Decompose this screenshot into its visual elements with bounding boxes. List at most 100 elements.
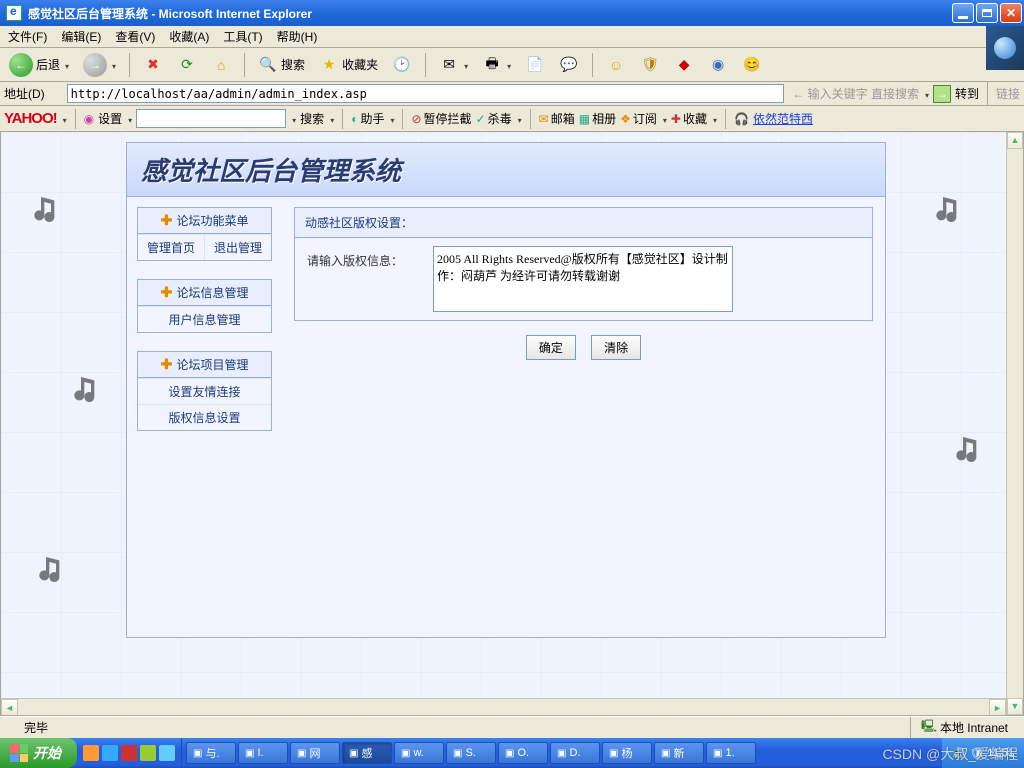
- yahoo-assistant[interactable]: ◐助手: [351, 110, 394, 127]
- security-zone: 🖳 本地 Intranet: [910, 717, 1018, 738]
- sidebar-item-home[interactable]: 管理首页: [138, 234, 204, 260]
- menu-tools[interactable]: 工具(T): [219, 26, 266, 47]
- sidebar-item-links[interactable]: 设置友情连接: [138, 378, 271, 404]
- task-button[interactable]: ▣S.: [446, 742, 496, 764]
- menu-file[interactable]: 文件(F): [4, 26, 51, 47]
- doc-icon: 📄: [525, 55, 545, 75]
- yahoo-fav[interactable]: ✚收藏: [671, 110, 717, 127]
- yahoo-search-input[interactable]: [136, 109, 286, 128]
- mail-button[interactable]: ✉: [434, 52, 473, 78]
- status-text: 完毕: [24, 719, 48, 736]
- scroll-left-icon[interactable]: ◄: [1, 699, 18, 716]
- shield-icon: 🛡: [640, 55, 660, 75]
- history-button[interactable]: 🕑: [387, 52, 417, 78]
- search-label: 搜索: [281, 56, 305, 73]
- clear-button[interactable]: 清除: [591, 335, 641, 360]
- start-button[interactable]: 开始: [0, 738, 77, 768]
- separator: [987, 82, 988, 106]
- task-button[interactable]: ▣w.: [394, 742, 444, 764]
- print-button[interactable]: 🖶: [477, 52, 516, 78]
- copyright-textarea[interactable]: [433, 246, 733, 312]
- links-label[interactable]: 链接: [996, 85, 1020, 102]
- ql-icon[interactable]: [102, 745, 118, 761]
- address-input[interactable]: [67, 84, 785, 103]
- menu-group-title: ✚ 论坛功能菜单: [138, 208, 271, 234]
- yahoo-link[interactable]: 依然范特西: [753, 110, 813, 127]
- dropdown-icon: [63, 58, 69, 72]
- task-button[interactable]: ▣1.: [706, 742, 756, 764]
- task-button[interactable]: ▣D.: [550, 742, 600, 764]
- dropdown-icon[interactable]: [61, 112, 67, 126]
- button-row: 确定 清除: [294, 321, 873, 374]
- scroll-down-icon[interactable]: ▼: [1007, 698, 1023, 715]
- task-button[interactable]: ▣I.: [238, 742, 288, 764]
- note-icon: [923, 192, 963, 232]
- minimize-button[interactable]: [952, 3, 974, 23]
- refresh-button[interactable]: ⟳: [172, 52, 202, 78]
- dropdown-icon[interactable]: [290, 112, 296, 126]
- orb-button[interactable]: ◉: [703, 52, 733, 78]
- horizontal-scrollbar[interactable]: ◄ ►: [1, 698, 1006, 715]
- yahoo-mail[interactable]: ✉邮箱: [539, 110, 575, 127]
- yahoo-rss[interactable]: ❖订阅: [620, 110, 667, 127]
- orb-icon: ◉: [708, 55, 728, 75]
- watermark: CSDN @大叔_爱编程: [882, 744, 1018, 764]
- plus-icon: ✚: [160, 359, 172, 371]
- sidebar: ✚ 论坛功能菜单 管理首页 退出管理 ✚ 论坛信息管理 用户信息管理: [127, 197, 282, 637]
- address-label: 地址(D): [4, 85, 45, 102]
- menu-favorites[interactable]: 收藏(A): [165, 26, 213, 47]
- sidebar-item-copyright[interactable]: 版权信息设置: [138, 404, 271, 430]
- scroll-up-icon[interactable]: ▲: [1007, 132, 1023, 149]
- ql-icon[interactable]: [140, 745, 156, 761]
- address-bar: 地址(D) ← 输入关键字 直接搜索 → 转到 链接: [0, 82, 1024, 106]
- yahoo-album[interactable]: ▦相册: [579, 110, 616, 127]
- stop-button[interactable]: ✖: [138, 52, 168, 78]
- yahoo-antivirus[interactable]: ✓杀毒: [476, 110, 522, 127]
- smiley-button[interactable]: ☺: [601, 52, 631, 78]
- task-button[interactable]: ▣网: [290, 742, 340, 764]
- plus-icon: ✚: [160, 215, 172, 227]
- yahoo-block[interactable]: ⊘暂停拦截: [411, 110, 471, 127]
- home-button[interactable]: ⌂: [206, 52, 236, 78]
- task-buttons: ▣与.▣I.▣网▣感▣w.▣S.▣O.▣D.▣杨▣新▣1.: [182, 738, 942, 768]
- sidebar-item-users[interactable]: 用户信息管理: [138, 306, 271, 332]
- go-button[interactable]: →: [933, 85, 951, 103]
- favorites-button[interactable]: ★ 收藏夹: [314, 52, 383, 78]
- menu-view[interactable]: 查看(V): [111, 26, 159, 47]
- back-label: 后退: [36, 56, 60, 73]
- taskbar: 开始 ▣与.▣I.▣网▣感▣w.▣S.▣O.▣D.▣杨▣新▣1. 🔊 🛡 11:…: [0, 738, 1024, 768]
- ql-icon[interactable]: [159, 745, 175, 761]
- scroll-right-icon[interactable]: ►: [989, 699, 1006, 716]
- back-button[interactable]: ← 后退: [4, 50, 74, 80]
- yahoo-settings[interactable]: 设置: [98, 110, 132, 127]
- edit-button[interactable]: 📄: [520, 52, 550, 78]
- vertical-scrollbar[interactable]: ▲ ▼: [1006, 132, 1023, 715]
- menu-help[interactable]: 帮助(H): [273, 26, 322, 47]
- task-button[interactable]: ▣O.: [498, 742, 548, 764]
- home-icon: ⌂: [211, 55, 231, 75]
- ql-icon[interactable]: [121, 745, 137, 761]
- ok-button[interactable]: 确定: [526, 335, 576, 360]
- face-button[interactable]: 😊: [737, 52, 767, 78]
- copyright-form: 动感社区版权设置： 请输入版权信息：: [294, 207, 873, 321]
- dropdown-icon[interactable]: [923, 87, 929, 101]
- task-button[interactable]: ▣杨: [602, 742, 652, 764]
- red-button[interactable]: ◆: [669, 52, 699, 78]
- maximize-button[interactable]: [976, 3, 998, 23]
- shield-button[interactable]: 🛡: [635, 52, 665, 78]
- task-button[interactable]: ▣新: [654, 742, 704, 764]
- forward-button[interactable]: →: [78, 50, 121, 80]
- sidebar-item-logout[interactable]: 退出管理: [204, 234, 271, 260]
- yahoo-search-button[interactable]: 搜索: [300, 110, 334, 127]
- discuss-button[interactable]: 💬: [554, 52, 584, 78]
- task-button[interactable]: ▣感: [342, 742, 392, 764]
- menu-group-info: ✚ 论坛信息管理 用户信息管理: [137, 279, 272, 333]
- separator: [425, 53, 426, 77]
- task-button[interactable]: ▣与.: [186, 742, 236, 764]
- close-button[interactable]: ✕: [1000, 3, 1022, 23]
- menu-edit[interactable]: 编辑(E): [57, 26, 105, 47]
- search-button[interactable]: 🔍 搜索: [253, 52, 310, 78]
- yahoo-logo[interactable]: YAHOO!: [4, 110, 57, 127]
- chat-icon: 💬: [559, 55, 579, 75]
- ql-icon[interactable]: [83, 745, 99, 761]
